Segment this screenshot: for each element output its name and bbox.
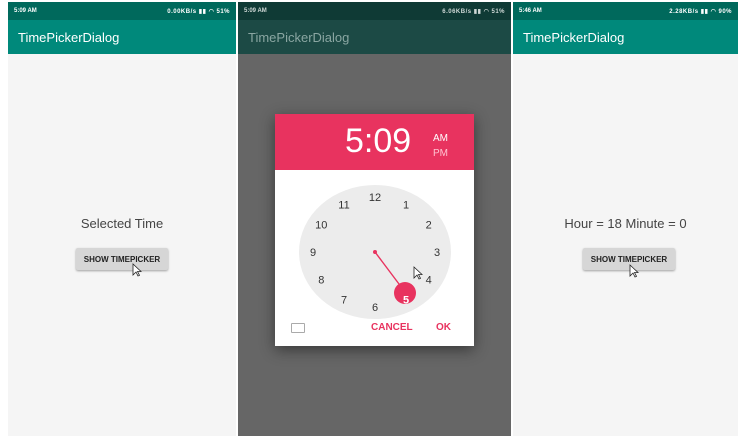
cursor-icon bbox=[629, 264, 639, 278]
minute-display[interactable]: 09 bbox=[373, 122, 411, 160]
screen-initial: 5:09 AM 0.00KB/s ▮▮ ◠ 51% TimePickerDial… bbox=[8, 2, 236, 436]
cursor-icon bbox=[132, 263, 142, 277]
status-time: 5:09 AM bbox=[244, 8, 267, 14]
status-icons: 0.00KB/s ▮▮ ◠ 51% bbox=[167, 8, 230, 15]
clock-number-8[interactable]: 8 bbox=[318, 275, 324, 287]
status-bar: 5:09 AM 0.00KB/s ▮▮ ◠ 51% bbox=[8, 2, 236, 20]
signal-icon: ▮▮ bbox=[700, 8, 709, 15]
clock-number-12[interactable]: 12 bbox=[369, 192, 381, 204]
cursor-icon bbox=[413, 266, 423, 280]
selected-time-label: Selected Time bbox=[80, 216, 164, 231]
clock-number-3[interactable]: 3 bbox=[434, 247, 440, 259]
show-timepicker-button[interactable]: SHOW TIMEPICKER bbox=[76, 248, 168, 270]
cancel-button[interactable]: CANCEL bbox=[371, 322, 413, 333]
ok-button[interactable]: OK bbox=[436, 322, 451, 333]
app-title: TimePickerDialog bbox=[248, 29, 350, 45]
clock-number-2[interactable]: 2 bbox=[426, 220, 432, 232]
screen-dialog: 5:09 AM 6.06KB/s ▮▮ ◠ 51% TimePickerDial… bbox=[238, 2, 511, 436]
wifi-icon: ◠ bbox=[483, 8, 490, 15]
status-bar: 5:46 AM 2.28KB/s ▮▮ ◠ 90% bbox=[513, 2, 738, 20]
status-icons: 2.28KB/s ▮▮ ◠ 90% bbox=[669, 8, 732, 15]
dialog-actions: CANCEL OK bbox=[275, 322, 474, 336]
app-title: TimePickerDialog bbox=[523, 29, 625, 45]
battery-level: 51% bbox=[216, 8, 230, 15]
clock-number-1[interactable]: 1 bbox=[403, 199, 409, 211]
clock-number-10[interactable]: 10 bbox=[315, 220, 327, 232]
signal-icon: ▮▮ bbox=[473, 8, 482, 15]
status-speed: 2.28KB/s bbox=[669, 8, 699, 15]
clock-number-7[interactable]: 7 bbox=[341, 295, 347, 307]
clock-number-5[interactable]: 5 bbox=[403, 295, 409, 307]
clock-number-4[interactable]: 4 bbox=[426, 275, 432, 287]
time-colon: : bbox=[363, 122, 374, 160]
time-display: 5:09 bbox=[345, 122, 411, 161]
status-time: 5:09 AM bbox=[14, 8, 37, 14]
app-bar: TimePickerDialog bbox=[513, 20, 738, 54]
status-bar: 5:09 AM 6.06KB/s ▮▮ ◠ 51% bbox=[238, 2, 511, 20]
battery-level: 51% bbox=[491, 8, 505, 15]
app-bar: TimePickerDialog bbox=[8, 20, 236, 54]
dialog-header: 5:09 AM PM bbox=[275, 114, 474, 170]
status-speed: 0.00KB/s bbox=[167, 8, 197, 15]
time-picker-dialog: 5:09 AM PM 12 1 2 3 4 5 6 7 8 9 10 11 CANCEL OK bbox=[275, 114, 474, 346]
wifi-icon: ◠ bbox=[710, 8, 717, 15]
status-icons: 6.06KB/s ▮▮ ◠ 51% bbox=[442, 8, 505, 15]
pm-toggle[interactable]: PM bbox=[433, 148, 448, 159]
status-time: 5:46 AM bbox=[519, 8, 542, 14]
screen-result: 5:46 AM 2.28KB/s ▮▮ ◠ 90% TimePickerDial… bbox=[513, 2, 738, 436]
wifi-icon: ◠ bbox=[208, 8, 215, 15]
signal-icon: ▮▮ bbox=[198, 8, 207, 15]
clock-face[interactable]: 121234567891011 bbox=[297, 184, 453, 324]
clock-number-11[interactable]: 11 bbox=[338, 199, 349, 211]
clock-center bbox=[373, 250, 377, 254]
clock-number-6[interactable]: 6 bbox=[372, 302, 378, 314]
battery-level: 90% bbox=[718, 8, 732, 15]
result-label: Hour = 18 Minute = 0 bbox=[564, 216, 687, 231]
am-toggle[interactable]: AM bbox=[433, 133, 448, 144]
app-bar: TimePickerDialog bbox=[238, 20, 511, 54]
status-speed: 6.06KB/s bbox=[442, 8, 472, 15]
app-title: TimePickerDialog bbox=[18, 29, 120, 45]
keyboard-icon[interactable] bbox=[291, 323, 305, 333]
clock-number-9[interactable]: 9 bbox=[310, 247, 316, 259]
hour-display[interactable]: 5 bbox=[345, 122, 364, 160]
